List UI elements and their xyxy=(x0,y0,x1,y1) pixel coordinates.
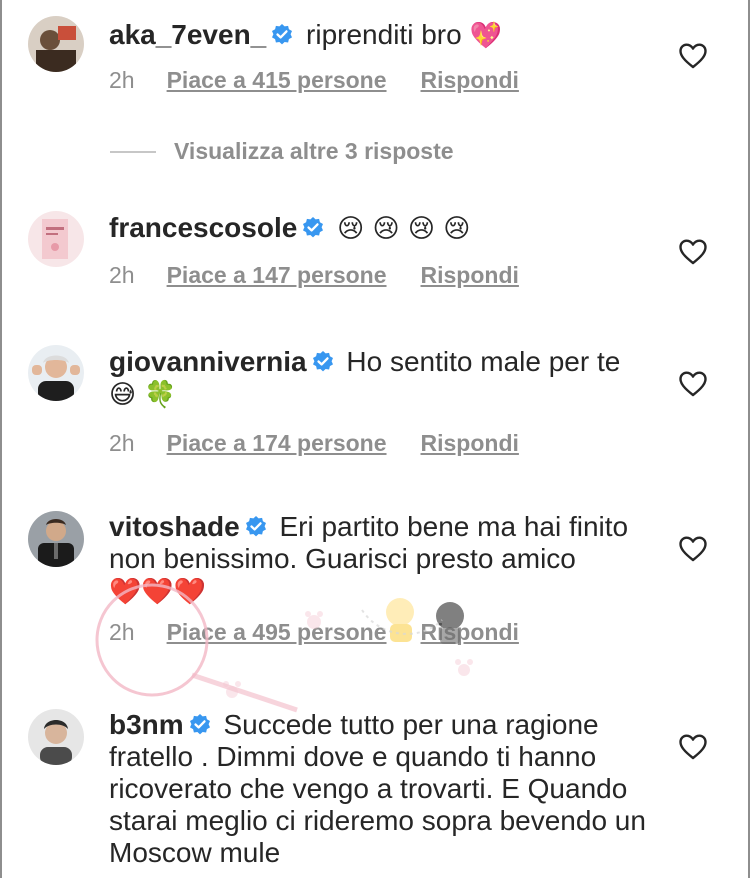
view-more-label: Visualizza altre 3 risposte xyxy=(174,138,454,164)
comment-body: francescosole 😢 😢 😢 😢 2h Piace a 147 pers… xyxy=(109,211,669,289)
comment-emoji: 😅 🍀 xyxy=(109,380,177,410)
view-more-replies-button[interactable]: Visualizza altre 3 risposte xyxy=(110,138,454,165)
verified-badge-icon xyxy=(188,713,212,737)
heart-outline-icon[interactable] xyxy=(678,370,708,398)
reply-button[interactable]: Rispondi xyxy=(421,67,519,93)
likes-link[interactable]: Piace a 415 persone xyxy=(167,67,387,93)
reply-button[interactable]: Rispondi xyxy=(421,430,519,456)
avatar[interactable] xyxy=(28,211,84,267)
avatar[interactable] xyxy=(28,345,84,401)
verified-badge-icon xyxy=(301,216,325,240)
avatar[interactable] xyxy=(28,16,84,72)
username[interactable]: aka_7even_ xyxy=(109,19,266,50)
comment-body: giovannivernia Ho sentito male per te 😅 … xyxy=(109,345,669,457)
divider xyxy=(110,150,156,153)
avatar[interactable] xyxy=(28,709,84,765)
username[interactable]: b3nm xyxy=(109,709,184,740)
comment-body: vitoshade Eri partito bene ma hai finito… xyxy=(109,511,669,646)
username[interactable]: giovannivernia xyxy=(109,346,307,377)
comment-thread: aka_7even_ riprenditi bro 💖 2h Piace a 41… xyxy=(0,0,750,878)
comment-emoji: 😢 😢 😢 😢 xyxy=(337,214,471,244)
heart-outline-icon[interactable] xyxy=(678,733,708,761)
avatar[interactable] xyxy=(28,511,84,567)
heart-outline-icon[interactable] xyxy=(678,42,708,70)
verified-badge-icon xyxy=(270,23,294,47)
comment-time: 2h xyxy=(109,430,135,456)
heart-outline-icon[interactable] xyxy=(678,535,708,563)
comment-body: b3nm Succede tutto per una ragione frate… xyxy=(109,709,669,869)
comment-time: 2h xyxy=(109,262,135,288)
verified-badge-icon xyxy=(311,350,335,374)
reply-button[interactable]: Rispondi xyxy=(421,262,519,288)
likes-link[interactable]: Piace a 147 persone xyxy=(167,262,387,288)
verified-badge-icon xyxy=(244,515,268,539)
heart-outline-icon[interactable] xyxy=(678,238,708,266)
reply-button[interactable]: Rispondi xyxy=(421,619,519,645)
comment-body: aka_7even_ riprenditi bro 💖 2h Piace a 41… xyxy=(109,16,669,94)
comment-emoji: 💖 xyxy=(469,21,502,51)
username[interactable]: francescosole xyxy=(109,212,297,243)
comment-text: Ho sentito male per te xyxy=(346,346,621,377)
comment-time: 2h xyxy=(109,67,135,93)
likes-link[interactable]: Piace a 174 persone xyxy=(167,430,387,456)
comment-time: 2h xyxy=(109,619,135,645)
likes-link[interactable]: Piace a 495 persone xyxy=(167,619,387,645)
comment-text: riprenditi bro xyxy=(306,19,462,50)
username[interactable]: vitoshade xyxy=(109,511,240,542)
comment-emoji: ❤️❤️❤️ xyxy=(109,577,207,607)
